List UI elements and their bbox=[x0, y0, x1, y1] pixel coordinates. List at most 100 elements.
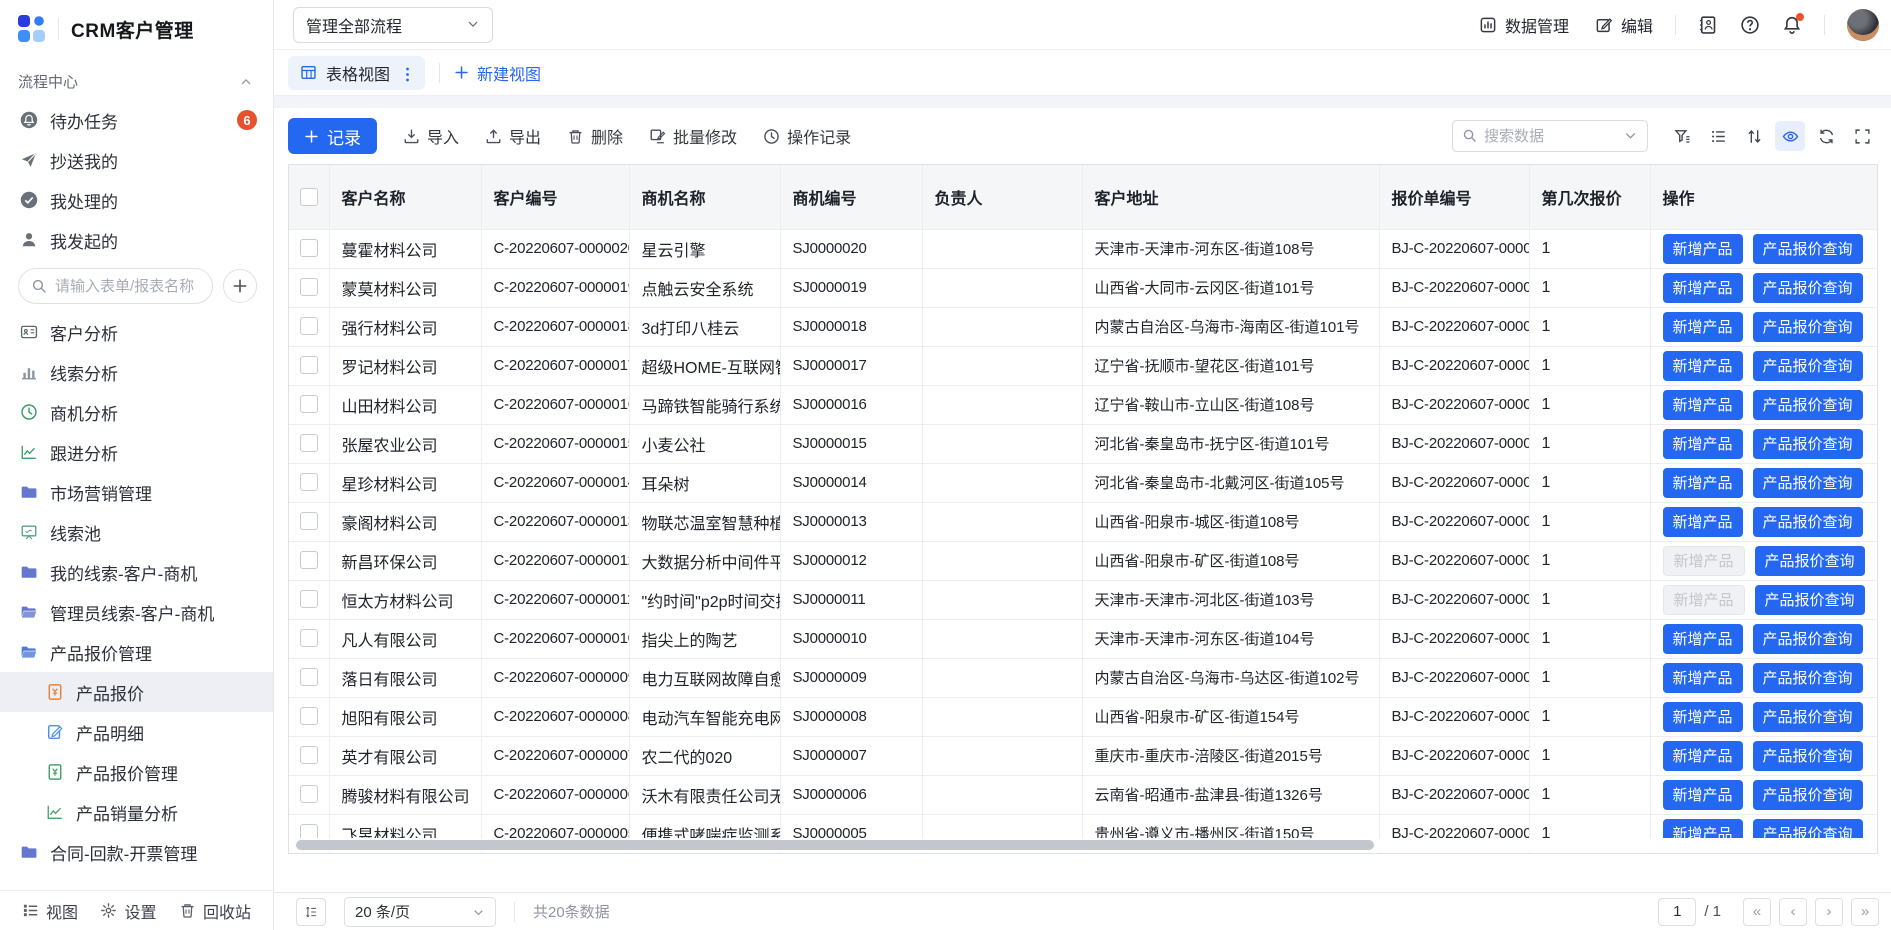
row-checkbox[interactable] bbox=[300, 785, 318, 803]
scrollbar-thumb[interactable] bbox=[296, 840, 1374, 850]
sidebar-footer-trash[interactable]: 回收站 bbox=[179, 899, 251, 923]
add-product-button[interactable]: 新增产品 bbox=[1663, 390, 1743, 420]
add-product-button[interactable]: 新增产品 bbox=[1663, 546, 1745, 576]
sidebar-item[interactable]: 产品报价管理 bbox=[0, 632, 273, 672]
add-product-button[interactable]: 新增产品 bbox=[1663, 273, 1743, 303]
add-product-button[interactable]: 新增产品 bbox=[1663, 624, 1743, 654]
row-checkbox[interactable] bbox=[300, 239, 318, 257]
new-view-button[interactable]: 新建视图 bbox=[454, 61, 541, 85]
toolbar-button[interactable]: 导出 bbox=[485, 124, 541, 148]
data-search-box[interactable] bbox=[1452, 120, 1648, 152]
first-page-button[interactable]: « bbox=[1743, 898, 1771, 926]
row-checkbox[interactable] bbox=[300, 512, 318, 530]
row-checkbox[interactable] bbox=[300, 629, 318, 647]
toolbar-button[interactable]: 操作记录 bbox=[763, 124, 851, 148]
row-checkbox[interactable] bbox=[300, 317, 318, 335]
product-quote-query-button[interactable]: 产品报价查询 bbox=[1753, 351, 1863, 381]
column-header[interactable]: 商机名称 bbox=[629, 165, 780, 229]
row-checkbox[interactable] bbox=[300, 707, 318, 725]
sidebar-item[interactable]: 我发起的 bbox=[0, 220, 273, 260]
sidebar-footer-list-view[interactable]: 视图 bbox=[22, 899, 78, 923]
row-checkbox[interactable] bbox=[300, 746, 318, 764]
row-checkbox[interactable] bbox=[300, 395, 318, 413]
product-quote-query-button[interactable]: 产品报价查询 bbox=[1753, 507, 1863, 537]
sidebar-section-process-center[interactable]: 流程中心 bbox=[0, 62, 273, 100]
row-checkbox[interactable] bbox=[300, 434, 318, 452]
form-search-input[interactable] bbox=[55, 278, 200, 295]
sidebar-item[interactable]: 产品报价 bbox=[0, 672, 273, 712]
sidebar-item[interactable]: 客户分析 bbox=[0, 312, 273, 352]
product-quote-query-button[interactable]: 产品报价查询 bbox=[1753, 702, 1863, 732]
horizontal-scrollbar[interactable] bbox=[290, 838, 1876, 852]
product-quote-query-button[interactable]: 产品报价查询 bbox=[1753, 741, 1863, 771]
product-quote-query-button[interactable]: 产品报价查询 bbox=[1753, 468, 1863, 498]
sidebar-item[interactable]: 抄送我的 bbox=[0, 140, 273, 180]
sidebar-item[interactable]: 线索池 bbox=[0, 512, 273, 552]
topbar-action[interactable]: 编辑 bbox=[1595, 13, 1653, 37]
sidebar-item[interactable]: 产品销量分析 bbox=[0, 792, 273, 832]
chevron-up-icon[interactable] bbox=[239, 73, 253, 90]
sidebar-item[interactable]: 合同-回款-开票管理 bbox=[0, 832, 273, 872]
tab-table-view[interactable]: 表格视图 bbox=[288, 56, 425, 90]
product-quote-query-button[interactable]: 产品报价查询 bbox=[1753, 663, 1863, 693]
row-checkbox[interactable] bbox=[300, 590, 318, 608]
row-checkbox[interactable] bbox=[300, 356, 318, 374]
product-quote-query-button[interactable]: 产品报价查询 bbox=[1753, 234, 1863, 264]
toolbar-button[interactable]: 删除 bbox=[567, 124, 623, 148]
row-height-button[interactable] bbox=[296, 898, 326, 926]
next-page-button[interactable]: › bbox=[1815, 898, 1843, 926]
sidebar-item[interactable]: 我处理的 bbox=[0, 180, 273, 220]
topbar-action[interactable]: 数据管理 bbox=[1479, 13, 1569, 37]
product-quote-query-button[interactable]: 产品报价查询 bbox=[1755, 546, 1865, 576]
page-size-select[interactable]: 20 条/页 bbox=[344, 897, 496, 927]
sidebar-item[interactable]: 商机分析 bbox=[0, 392, 273, 432]
sidebar-item[interactable]: 我的线索-客户-商机 bbox=[0, 552, 273, 592]
row-checkbox[interactable] bbox=[300, 551, 318, 569]
sidebar-item[interactable]: 跟进分析 bbox=[0, 432, 273, 472]
page-number-input[interactable] bbox=[1658, 898, 1696, 926]
product-quote-query-button[interactable]: 产品报价查询 bbox=[1753, 624, 1863, 654]
row-checkbox[interactable] bbox=[300, 473, 318, 491]
product-quote-query-button[interactable]: 产品报价查询 bbox=[1753, 429, 1863, 459]
bullets-button[interactable] bbox=[1703, 121, 1733, 151]
product-quote-query-button[interactable]: 产品报价查询 bbox=[1753, 780, 1863, 810]
add-product-button[interactable]: 新增产品 bbox=[1663, 312, 1743, 342]
expand-button[interactable] bbox=[1847, 121, 1877, 151]
product-quote-query-button[interactable]: 产品报价查询 bbox=[1753, 390, 1863, 420]
toolbar-button[interactable]: 批量修改 bbox=[649, 124, 737, 148]
chevron-down-icon[interactable] bbox=[1623, 127, 1638, 145]
sidebar-footer-gear[interactable]: 设置 bbox=[100, 899, 156, 923]
sidebar-item[interactable]: 待办任务6 bbox=[0, 100, 273, 140]
funnel-button[interactable] bbox=[1667, 121, 1697, 151]
column-header[interactable]: 客户地址 bbox=[1082, 165, 1379, 229]
sidebar-item[interactable]: 线索分析 bbox=[0, 352, 273, 392]
form-search-box[interactable] bbox=[18, 268, 213, 304]
column-header[interactable]: 商机编号 bbox=[780, 165, 922, 229]
eye-button[interactable] bbox=[1775, 121, 1805, 151]
column-header[interactable]: 客户名称 bbox=[329, 165, 481, 229]
sidebar-item[interactable]: 产品报价管理 bbox=[0, 752, 273, 792]
add-record-button[interactable]: 记录 bbox=[288, 118, 377, 154]
add-product-button[interactable]: 新增产品 bbox=[1663, 780, 1743, 810]
contacts-button[interactable] bbox=[1698, 15, 1718, 35]
add-product-button[interactable]: 新增产品 bbox=[1663, 741, 1743, 771]
row-checkbox[interactable] bbox=[300, 278, 318, 296]
flow-select-dropdown[interactable]: 管理全部流程 bbox=[293, 7, 493, 43]
add-product-button[interactable]: 新增产品 bbox=[1663, 234, 1743, 264]
add-product-button[interactable]: 新增产品 bbox=[1663, 663, 1743, 693]
prev-page-button[interactable]: ‹ bbox=[1779, 898, 1807, 926]
column-header[interactable]: 第几次报价 bbox=[1529, 165, 1650, 229]
help-button[interactable] bbox=[1740, 15, 1760, 35]
column-header[interactable]: 负责人 bbox=[922, 165, 1082, 229]
toolbar-button[interactable]: 导入 bbox=[403, 124, 459, 148]
sidebar-item[interactable]: 市场营销管理 bbox=[0, 472, 273, 512]
row-checkbox[interactable] bbox=[300, 668, 318, 686]
add-form-button[interactable] bbox=[223, 269, 257, 303]
refresh-button[interactable] bbox=[1811, 121, 1841, 151]
sort-button[interactable] bbox=[1739, 121, 1769, 151]
last-page-button[interactable]: » bbox=[1851, 898, 1879, 926]
add-product-button[interactable]: 新增产品 bbox=[1663, 429, 1743, 459]
more-vertical-icon[interactable] bbox=[399, 66, 413, 80]
add-product-button[interactable]: 新增产品 bbox=[1663, 507, 1743, 537]
add-product-button[interactable]: 新增产品 bbox=[1663, 702, 1743, 732]
